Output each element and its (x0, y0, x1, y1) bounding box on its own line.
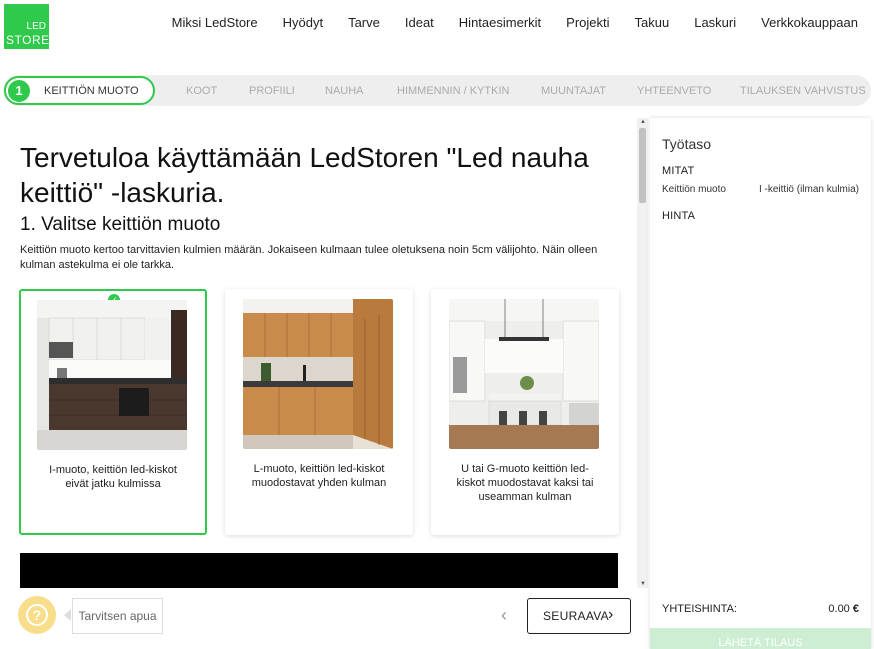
step-label: KEITTIÖN MUOTO (44, 85, 139, 97)
step-keittion-muoto[interactable]: 1 KEITTIÖN MUOTO (4, 76, 155, 105)
shape-value: I -keittiö (ilman kulmia) (758, 184, 859, 195)
main-scrollbar[interactable]: ▲ ▼ (637, 118, 648, 588)
scroll-up-icon[interactable]: ▲ (640, 119, 646, 125)
previous-button[interactable]: ‹ (494, 603, 514, 627)
shape-key: Keittiön muoto (662, 184, 726, 195)
nav-projekti[interactable]: Projekti (566, 15, 609, 30)
nav-hyodyt[interactable]: Hyödyt (283, 15, 323, 30)
summary-panel: Työtaso MITAT Keittiön muoto I -keittiö … (650, 118, 871, 649)
help-tooltip[interactable]: Tarvitsen apua (72, 598, 163, 634)
total-value: 0.00 € (828, 603, 859, 615)
step-progress-bar: 1 KEITTIÖN MUOTO KOOT PROFIILI NAUHA HIM… (3, 75, 871, 106)
option-caption: L-muoto, keittiön led-kiskot muodostavat… (251, 463, 387, 489)
step-profiili[interactable]: PROFIILI (249, 85, 295, 97)
scroll-thumb[interactable] (639, 128, 646, 203)
nav-hintaesimerkit[interactable]: Hintaesimerkit (459, 15, 541, 30)
measures-heading: MITAT (662, 165, 695, 177)
main-content: Tervetuloa käyttämään LedStoren "Led nau… (0, 118, 636, 588)
total-label: YHTEISHINTA: (662, 603, 737, 615)
total-amount: 0.00 (828, 603, 850, 615)
step-tilauksen-vahvistus[interactable]: TILAUKSEN VAHVISTUS (740, 85, 866, 97)
video-embed[interactable] (20, 553, 618, 588)
page-title: Tervetuloa käyttämään LedStoren "Led nau… (20, 142, 589, 208)
help-button[interactable]: ? (18, 596, 56, 634)
step-muuntajat[interactable]: MUUNTAJAT (541, 85, 606, 97)
site-header: LED STORE Miksi LedStore Hyödyt Tarve Id… (0, 0, 874, 52)
chevron-left-icon: ‹ (501, 605, 507, 625)
step-number-badge: 1 (8, 80, 30, 102)
option-card-i-shape[interactable]: ✓ I-muoto, keittiön (19, 289, 207, 535)
logo-text-bottom: STORE (6, 33, 50, 47)
option-caption: I-muoto, keittiön led-kiskot eivät jatku… (49, 464, 177, 490)
section-description: Keittiön muoto kertoo tarvittavien kulmi… (20, 244, 598, 271)
next-label: SEURAAVA (543, 609, 609, 623)
next-button[interactable]: SEURAAVA › (527, 598, 631, 634)
tooltip-arrow (64, 609, 71, 621)
option-caption: U tai G-muoto keittiön led-kiskot muodos… (456, 463, 594, 503)
question-icon: ? (26, 604, 48, 626)
section-title: 1. Valitse keittiön muoto (20, 214, 221, 235)
kitchen-i-shape-image (37, 300, 187, 450)
option-card-u-g-shape[interactable]: U tai G-muoto keittiön led-kiskot muodos… (431, 289, 619, 535)
submit-order-button[interactable]: LÄHETÄ TILAUS (650, 628, 871, 649)
nav-tarve[interactable]: Tarve (348, 15, 380, 30)
currency-symbol: € (852, 603, 859, 615)
nav-ideat[interactable]: Ideat (405, 15, 434, 30)
nav-laskuri[interactable]: Laskuri (694, 15, 736, 30)
summary-title: Työtaso (662, 136, 712, 152)
step-yhteenveto[interactable]: YHTEENVETO (637, 85, 711, 97)
nav-verkkokauppaan[interactable]: Verkkokauppaan (761, 15, 858, 30)
kitchen-l-shape-image (243, 299, 393, 449)
main-nav: Miksi LedStore Hyödyt Tarve Ideat Hintae… (147, 15, 858, 30)
step-koot[interactable]: KOOT (186, 85, 217, 97)
chevron-right-icon: › (608, 606, 614, 623)
ledstore-logo[interactable]: LED STORE (4, 4, 49, 49)
scroll-down-icon[interactable]: ▼ (640, 581, 646, 587)
price-heading: HINTA (662, 210, 696, 222)
logo-text-top: LED (26, 21, 46, 32)
option-card-l-shape[interactable]: L-muoto, keittiön led-kiskot muodostavat… (225, 289, 413, 535)
nav-takuu[interactable]: Takuu (635, 15, 670, 30)
step-nauha[interactable]: NAUHA (325, 85, 364, 97)
kitchen-u-g-shape-image (449, 299, 599, 449)
nav-miksi-ledstore[interactable]: Miksi LedStore (172, 15, 258, 30)
step-himmennin-kytkin[interactable]: HIMMENNIN / KYTKIN (397, 85, 509, 97)
